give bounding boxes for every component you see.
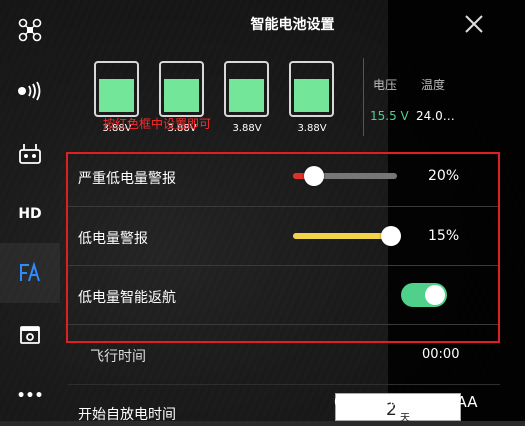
sidebar-item-aircraft[interactable] (0, 0, 60, 60)
remote-controller-icon (19, 144, 41, 164)
hd-label: HD (18, 206, 42, 222)
signal-icon (18, 81, 41, 101)
sidebar-item-battery[interactable] (0, 243, 60, 303)
cell-fill (294, 78, 329, 112)
sidebar-item-hd[interactable]: HD (0, 184, 60, 244)
voltage-label: 电压 (373, 78, 398, 92)
annotation-hint: 按红色框中设置即可 (103, 117, 212, 131)
camera-icon (20, 326, 40, 344)
cell-fill (229, 78, 264, 112)
sidebar-item-signal[interactable] (0, 61, 60, 121)
flight-time-value: 00:00 (422, 347, 460, 362)
sidebar: HD ••• (0, 0, 60, 421)
battery-cell (94, 61, 139, 117)
cell-fill (99, 78, 134, 112)
sidebar-item-remote[interactable] (0, 124, 60, 184)
highlight-box (66, 152, 500, 343)
row-divider (68, 384, 500, 385)
self-discharge-label: 开始自放电时间 (78, 407, 176, 423)
more-icon: ••• (16, 388, 44, 404)
voltage-value: 15.5 V (370, 109, 409, 123)
battery-cell (289, 61, 334, 117)
cell-voltage: 3.88V (232, 123, 262, 134)
drone-icon (18, 18, 42, 42)
cell-voltage: 3.88V (297, 123, 327, 134)
page-title: 智能电池设置 (250, 17, 335, 33)
flight-time-label: 飞行时间 (90, 349, 146, 365)
sidebar-item-camera[interactable] (0, 305, 60, 365)
battery-cell (159, 61, 204, 117)
cell-fill (164, 78, 199, 112)
temperature-value: 24.0… (416, 109, 455, 123)
watermark: CSDN @一别如斯AA (334, 393, 478, 411)
close-icon[interactable] (462, 12, 486, 36)
temperature-label: 温度 (421, 78, 446, 92)
sidebar-item-more[interactable]: ••• (0, 366, 60, 426)
divider (363, 58, 364, 136)
battery-cell (224, 61, 269, 117)
battery-fa-icon (20, 261, 40, 282)
